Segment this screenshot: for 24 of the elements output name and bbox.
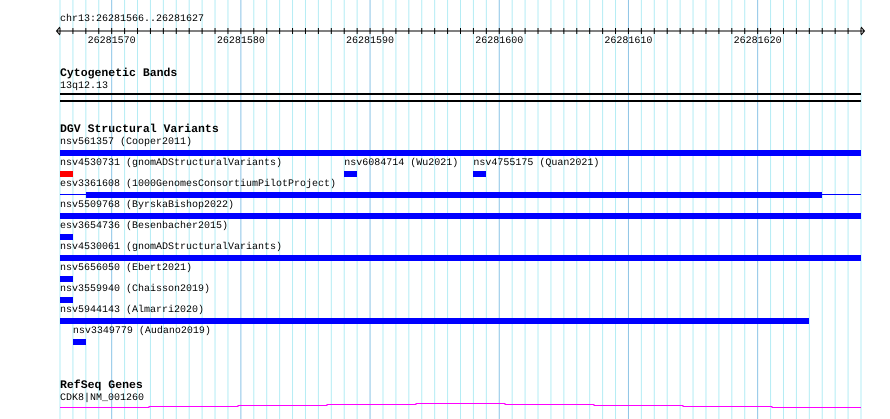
- track-title: RefSeq Genes: [60, 380, 143, 392]
- track-title: Cytogenetic Bands: [60, 68, 178, 80]
- ruler-tick-label: 26281580: [216, 36, 265, 48]
- variant-label: nsv3559940 (Chaisson2019): [60, 284, 210, 296]
- variant-label: nsv4530731 (gnomADStructuralVariants): [60, 158, 282, 170]
- ruler-title: chr13:26281566..26281627: [60, 14, 204, 26]
- ruler-tick-label: 26281600: [475, 36, 524, 48]
- variant-label: nsv561357 (Cooper2011): [60, 137, 192, 149]
- band-label: 13q12.13: [60, 81, 108, 93]
- ruler-tick-label: 26281570: [88, 36, 136, 48]
- ruler-tick-label: 26281620: [734, 36, 782, 48]
- variant-label: nsv4755175 (Quan2021): [473, 158, 600, 170]
- variant-label: esv3654736 (Besenbacher2015): [60, 221, 228, 233]
- ruler-tick-label: 26281610: [604, 36, 652, 48]
- track-title: DGV Structural Variants: [60, 124, 219, 136]
- variant-label: nsv5944143 (Almarri2020): [60, 305, 204, 317]
- variant-label: nsv5509768 (ByrskaBishop2022): [60, 200, 234, 212]
- variant-label: nsv4530061 (gnomADStructuralVariants): [60, 242, 282, 254]
- variant-label: nsv3349779 (Audano2019): [72, 326, 211, 338]
- gene-label: CDK8|NM_001260: [60, 393, 144, 405]
- variant-label: nsv5656050 (Ebert2021): [60, 263, 192, 275]
- ruler-tick-label: 26281590: [346, 36, 394, 48]
- variant-label: esv3361608 (1000GenomesConsortiumPilotProject): [60, 179, 336, 191]
- variant-label: nsv6084714 (Wu2021): [344, 158, 458, 170]
